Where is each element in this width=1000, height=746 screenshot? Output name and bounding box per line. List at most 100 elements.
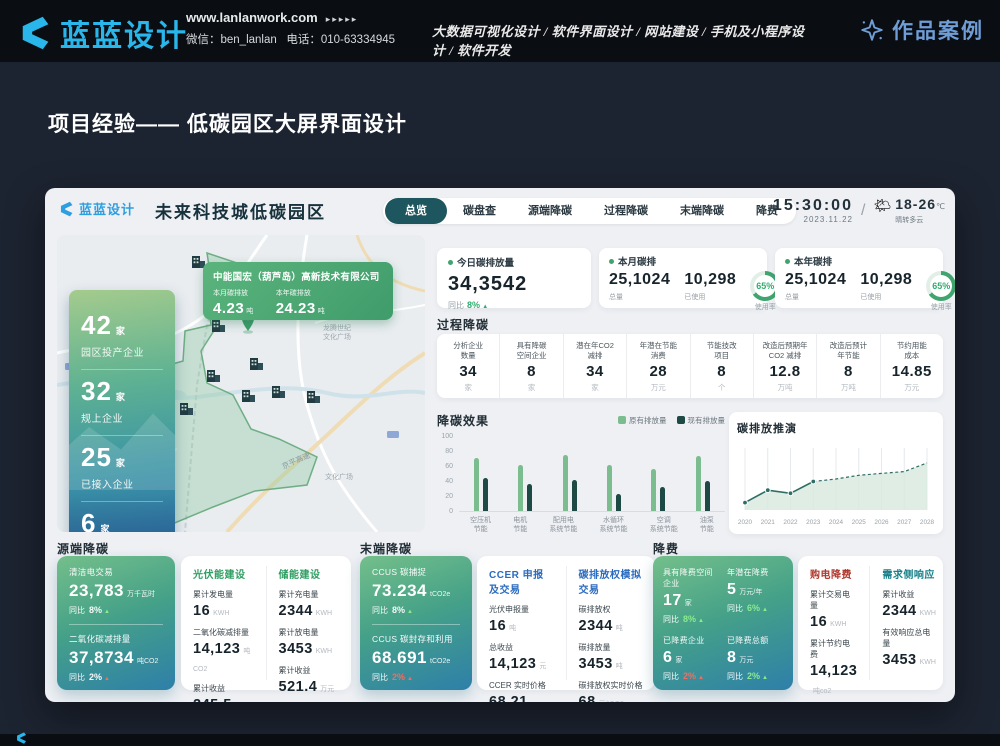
trend-up-icon: ▲ (407, 676, 413, 682)
site-header: 蓝蓝设计 www.lanlanwork.com▸▸▸▸▸ 微信：ben_lanl… (0, 0, 1000, 62)
metric-value-row: 16KWH (193, 602, 254, 620)
metric-value: 5 (727, 581, 736, 598)
today-emission-value: 34,3542 (448, 273, 580, 296)
bar-group (607, 465, 621, 511)
bar-现有排放量[interactable] (527, 484, 532, 511)
column-title: 碳排放权模拟交易 (579, 566, 644, 596)
dashboard-screenshot: 蓝蓝设计 未来科技城低碳园区 总览碳盘查源端降碳过程降碳末端降碳降费 15:30… (45, 188, 955, 702)
metric-value: 14,123 (810, 663, 857, 679)
bar-原有排放量[interactable] (607, 465, 612, 511)
category-label: 水循环系统节能 (600, 516, 628, 535)
svg-text:2022: 2022 (783, 519, 798, 526)
white-metric: 累计发电量 16KWH (193, 589, 254, 620)
metric-value: 12.8 (756, 363, 814, 380)
green-metric: CCUS 碳捕捉73.234tCO2e同比8%▲ (372, 566, 460, 616)
bar-现有排放量[interactable] (572, 480, 577, 511)
metric-value: 2344 (882, 603, 916, 619)
bar-group (563, 455, 577, 511)
svg-text:2025: 2025 (852, 519, 867, 526)
metric-label: 已降费企业 (663, 635, 719, 646)
white-metric: CCER 实时价格68.21元/tCO2e (489, 680, 554, 702)
dashboard-title: 未来科技城低碳园区 (155, 198, 326, 223)
process-metrics-card: 分析企业数量34家具有降碳空间企业8家潜在年CO2减排34家年潜在节能消费28万… (437, 334, 943, 398)
metric-unit: 家 (685, 600, 692, 607)
compare-pct: 6% (747, 603, 760, 613)
metric-value-row: 73.234tCO2e (372, 581, 460, 601)
weather-sun-cloud-icon: 🌤 (873, 196, 891, 214)
portfolio-link[interactable]: 作品案例 (859, 15, 984, 45)
metric-label: 累计发电量 (193, 589, 254, 600)
metric-unit: 万元 (883, 382, 941, 393)
clock-time: 15:30:00 (773, 197, 853, 215)
bar-现有排放量[interactable] (660, 487, 665, 511)
metric-label: 二氧化碳减排量 (193, 627, 254, 638)
tab-源端降碳[interactable]: 源端降碳 (512, 200, 588, 222)
tab-总览[interactable]: 总览 (385, 198, 447, 224)
bar-group (651, 469, 665, 511)
metric-value: 37,8734 (69, 648, 134, 667)
green-metric: 已降费总额8万元同比2%▲ (727, 630, 783, 687)
bar-现有排放量[interactable] (616, 494, 621, 511)
process-metric: 年潜在节能消费28万元 (626, 334, 689, 398)
used-metric: 10,298已使用 (860, 271, 912, 302)
bar-现有排放量[interactable] (483, 478, 488, 511)
stat-label: 园区投产企业 (81, 344, 163, 359)
bar-原有排放量[interactable] (518, 465, 523, 511)
y-tick: 60 (437, 463, 453, 470)
bar-原有排放量[interactable] (651, 469, 656, 511)
metric-unit: KWH (316, 610, 332, 617)
metric-label: CCER 实时价格 (489, 680, 554, 691)
white-metric: 累计收益521.4万元 (279, 665, 340, 696)
metric-label: 具有降费空间企业 (663, 567, 719, 589)
stat-label: 已接入企业 (81, 476, 163, 491)
metric-label: CCUS 碳封存和利用 (372, 633, 460, 645)
tab-过程降碳[interactable]: 过程降碳 (588, 200, 664, 222)
metric-compare: 同比8%▲ (372, 605, 460, 616)
portfolio-star-icon (859, 17, 885, 43)
sidebar-stats: 42家园区投产企业32家规上企业25家已接入企业6家重点排放企业 (69, 290, 175, 532)
metric-label: 年潜在降费 (727, 567, 783, 578)
bar-原有排放量[interactable] (696, 456, 701, 512)
metric-unit: 个 (693, 382, 751, 393)
status-dot-icon (785, 259, 790, 264)
reduction-effect-chart: 降碳效果 原有排放量现有排放量 100806040200 空压机节能电机节能配用… (437, 412, 725, 534)
metric-value-row: 14,123元 (489, 655, 554, 673)
usage-gauge: 65% 使用率 (926, 271, 955, 312)
stat-value: 42家 (81, 312, 163, 338)
tooltip-company-name: 中能国宏（葫芦岛）高新技术有限公司 (213, 269, 383, 283)
legend-swatch-icon (618, 416, 626, 424)
bar-原有排放量[interactable] (563, 455, 568, 511)
emission-projection-chart: 碳排放推演 2020202120222023202420252026202720… (729, 412, 943, 534)
metric-label: 二氧化碳减排量 (69, 633, 163, 645)
metric-compare: 同比6%▲ (727, 603, 783, 614)
bar-原有排放量[interactable] (474, 458, 479, 511)
category-label: 油泵节能 (700, 516, 714, 535)
green-metric: 已降费企业6家同比2%▲ (663, 630, 719, 687)
metric-value-row: 16吨 (489, 617, 554, 635)
svg-text:2024: 2024 (829, 519, 844, 526)
metric-label: 分析企业数量 (439, 341, 497, 361)
metric-value-row: 2344吨 (579, 617, 644, 635)
weather-widget: 🌤 18-26℃ 晴转多云 (873, 196, 945, 225)
svg-text:2028: 2028 (920, 519, 935, 526)
metric-label: 具有降碳空间企业 (502, 341, 560, 361)
metric-value: 3453 (882, 652, 916, 668)
dashboard-header: 蓝蓝设计 未来科技城低碳园区 总览碳盘查源端降碳过程降碳末端降碳降费 15:30… (57, 196, 945, 226)
metric-compare: 同比2%▲ (727, 671, 783, 682)
metric-compare: 同比2%▲ (372, 672, 460, 683)
park-map[interactable]: 龙腾世纪 文化广场 京平高速 文化广场 中能国宏（葫芦岛）高新技术有限公司 本月… (57, 235, 425, 532)
bar-plot: 100806040200 (459, 437, 725, 512)
tab-末端降碳[interactable]: 末端降碳 (664, 200, 740, 222)
tab-碳盘查[interactable]: 碳盘查 (447, 200, 512, 222)
svg-text:2027: 2027 (897, 519, 912, 526)
metric-value: 8 (819, 363, 877, 380)
metric-value: 3453 (579, 656, 613, 672)
metric-value-row: 3453KWH (279, 640, 340, 658)
metric-label: 改造后预期年CO2 减排 (756, 341, 814, 361)
metric-unit: 家 (439, 382, 497, 393)
bar-现有排放量[interactable] (705, 481, 710, 511)
metric-value: 8 (727, 649, 736, 666)
white-metric: 累计充电量2344KWH (279, 589, 340, 620)
metric-unit: 万元 (320, 686, 334, 693)
metric-value: 17 (663, 592, 682, 609)
